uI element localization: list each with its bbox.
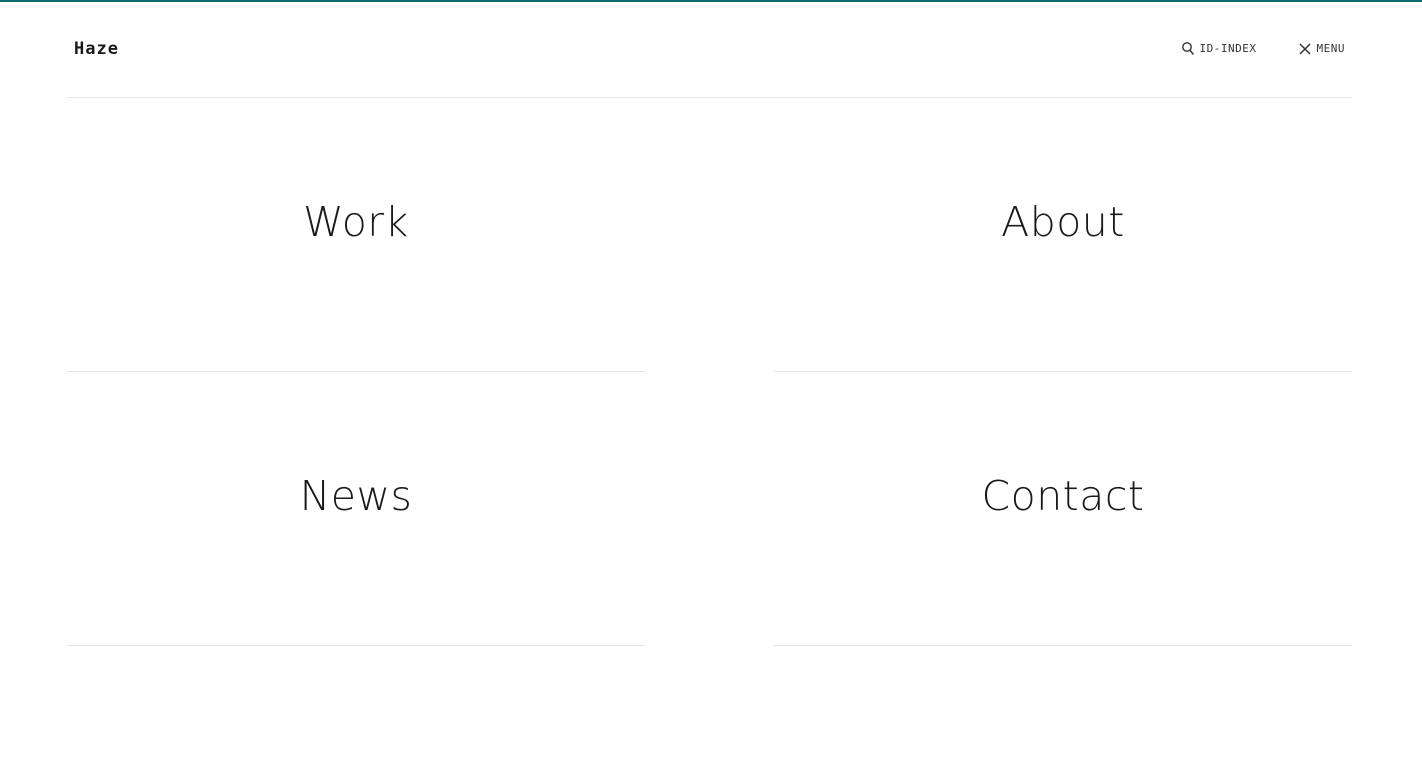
nav-tile-work[interactable]: Work xyxy=(67,98,645,372)
nav-tile-label: About xyxy=(1001,198,1125,246)
logo[interactable]: Haze xyxy=(74,39,119,59)
nav-tile-label: Work xyxy=(303,198,409,246)
id-index-label: ID-INDEX xyxy=(1199,42,1257,55)
nav-tile-label: Contact xyxy=(981,472,1145,520)
id-index-search-button[interactable]: ID-INDEX xyxy=(1181,42,1257,55)
nav-tile-about[interactable]: About xyxy=(774,98,1352,372)
menu-label: MENU xyxy=(1316,42,1345,55)
nav-tile-label: News xyxy=(299,472,413,520)
menu-toggle-button[interactable]: MENU xyxy=(1298,42,1346,55)
site-header: Haze ID-INDEX MENU xyxy=(67,2,1352,98)
search-icon xyxy=(1181,42,1194,55)
nav-tile-news[interactable]: News xyxy=(67,372,645,646)
header-actions: ID-INDEX MENU xyxy=(1181,42,1346,55)
close-icon xyxy=(1298,42,1311,55)
nav-tile-contact[interactable]: Contact xyxy=(774,372,1352,646)
